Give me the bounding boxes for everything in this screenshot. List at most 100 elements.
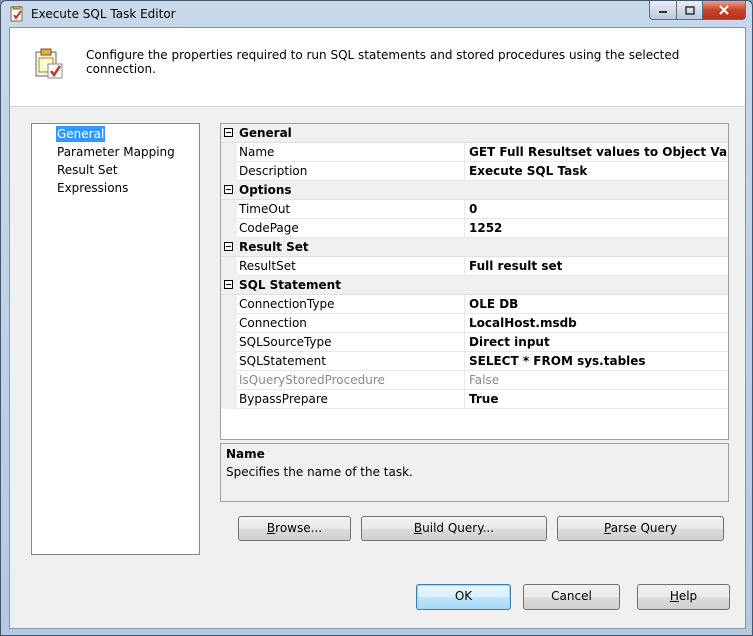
collapse-toggle-icon[interactable] (224, 128, 233, 137)
build-label: uild Query... (422, 521, 495, 535)
category-label: Options (239, 183, 292, 197)
build-query-button[interactable]: Build Query... (361, 516, 547, 541)
property-name: Description (239, 164, 308, 178)
column-separator (464, 390, 465, 409)
collapse-toggle-icon[interactable] (224, 185, 233, 194)
close-button[interactable] (703, 1, 746, 20)
row-gutter (221, 143, 237, 162)
minimize-button[interactable] (649, 1, 677, 20)
column-separator (464, 162, 465, 181)
dialog-client-area: Configure the properties required to run… (9, 27, 746, 629)
row-gutter (221, 257, 237, 276)
collapse-toggle-icon[interactable] (224, 242, 233, 251)
parse-accesskey: P (604, 521, 611, 535)
column-separator (464, 333, 465, 352)
help-button[interactable]: Help (637, 584, 730, 610)
parse-query-button[interactable]: Parse Query (557, 516, 724, 541)
column-separator (464, 257, 465, 276)
row-gutter (221, 295, 237, 314)
header-banner: Configure the properties required to run… (10, 28, 745, 107)
description-text: Specifies the name of the task. (226, 465, 413, 479)
column-separator (464, 143, 465, 162)
property-value[interactable]: OLE DB (469, 297, 518, 311)
row-gutter (221, 200, 237, 219)
window-title: Execute SQL Task Editor (31, 7, 176, 21)
nav-item-result-set[interactable]: Result Set (56, 162, 119, 178)
property-value[interactable]: SELECT * FROM sys.tables (469, 354, 646, 368)
dialog-window: Execute SQL Task Editor Configure the pr… (0, 0, 753, 636)
property-row-sqlstatement[interactable]: SQLStatement SELECT * FROM sys.tables (221, 352, 728, 371)
row-gutter (221, 352, 237, 371)
property-row-name[interactable]: Name GET Full Resultset values to Object… (221, 143, 728, 162)
nav-item-parameter-mapping[interactable]: Parameter Mapping (56, 144, 176, 160)
row-gutter (221, 390, 237, 409)
property-value[interactable]: LocalHost.msdb (469, 316, 577, 330)
category-sql-statement[interactable]: SQL Statement (221, 276, 728, 295)
property-name: IsQueryStoredProcedure (239, 373, 385, 387)
property-row-timeout[interactable]: TimeOut 0 (221, 200, 728, 219)
nav-item-general[interactable]: General (56, 126, 106, 142)
category-label: Result Set (239, 240, 309, 254)
property-name: ConnectionType (239, 297, 335, 311)
row-gutter (221, 333, 237, 352)
row-gutter (221, 314, 237, 333)
property-name: SQLSourceType (239, 335, 332, 349)
caption-buttons (649, 1, 746, 20)
column-separator (464, 352, 465, 371)
category-result-set[interactable]: Result Set (221, 238, 728, 257)
category-label: General (239, 126, 292, 140)
close-icon (719, 5, 729, 15)
clipboard-task-icon (35, 48, 63, 79)
browse-label: rowse... (275, 521, 323, 535)
property-name: BypassPrepare (239, 392, 328, 406)
property-name: SQLStatement (239, 354, 326, 368)
property-row-sqlsourcetype[interactable]: SQLSourceType Direct input (221, 333, 728, 352)
cancel-button[interactable]: Cancel (523, 584, 620, 610)
column-separator (464, 371, 465, 390)
property-row-isquerystoredprocedure: IsQueryStoredProcedure False (221, 371, 728, 390)
browse-accesskey: B (266, 521, 276, 535)
property-row-connection[interactable]: Connection LocalHost.msdb (221, 314, 728, 333)
maximize-button[interactable] (677, 1, 703, 20)
help-accesskey: H (669, 589, 679, 603)
title-bar[interactable]: Execute SQL Task Editor (1, 1, 752, 27)
column-separator (464, 295, 465, 314)
collapse-toggle-icon[interactable] (224, 280, 233, 289)
row-gutter (221, 219, 237, 238)
property-row-connectiontype[interactable]: ConnectionType OLE DB (221, 295, 728, 314)
property-value[interactable]: True (469, 392, 498, 406)
maximize-icon (684, 5, 695, 15)
property-name: Name (239, 145, 275, 159)
property-row-description[interactable]: Description Execute SQL Task (221, 162, 728, 181)
property-row-resultset[interactable]: ResultSet Full result set (221, 257, 728, 276)
property-value[interactable]: 0 (469, 202, 477, 216)
browse-button[interactable]: Browse... (238, 516, 351, 541)
header-description: Configure the properties required to run… (86, 48, 680, 76)
parse-label: arse Query (610, 521, 677, 535)
column-separator (464, 314, 465, 333)
task-editor-icon (10, 6, 23, 22)
property-row-codepage[interactable]: CodePage 1252 (221, 219, 728, 238)
property-name: TimeOut (239, 202, 291, 216)
category-options[interactable]: Options (221, 181, 728, 200)
help-label: elp (678, 589, 698, 603)
property-value[interactable]: 1252 (469, 221, 502, 235)
property-value[interactable]: Direct input (469, 335, 550, 349)
property-value: False (469, 373, 500, 387)
property-grid[interactable]: General Name GET Full Resultset values t… (220, 123, 729, 440)
property-name: Connection (239, 316, 307, 330)
page-list[interactable]: General Parameter Mapping Result Set Exp… (31, 123, 200, 555)
minimize-icon (659, 11, 667, 13)
property-name: CodePage (239, 221, 299, 235)
description-pane: Name Specifies the name of the task. (220, 443, 729, 502)
category-label: SQL Statement (239, 278, 341, 292)
property-value[interactable]: Full result set (469, 259, 562, 273)
category-general[interactable]: General (221, 124, 728, 143)
property-value[interactable]: Execute SQL Task (469, 164, 587, 178)
property-value[interactable]: GET Full Resultset values to Object Vari… (469, 145, 728, 159)
property-row-bypassprepare[interactable]: BypassPrepare True (221, 390, 728, 409)
ok-button[interactable]: OK (416, 584, 511, 610)
column-separator (464, 200, 465, 219)
build-accesskey: B (413, 521, 423, 535)
nav-item-expressions[interactable]: Expressions (56, 180, 129, 196)
